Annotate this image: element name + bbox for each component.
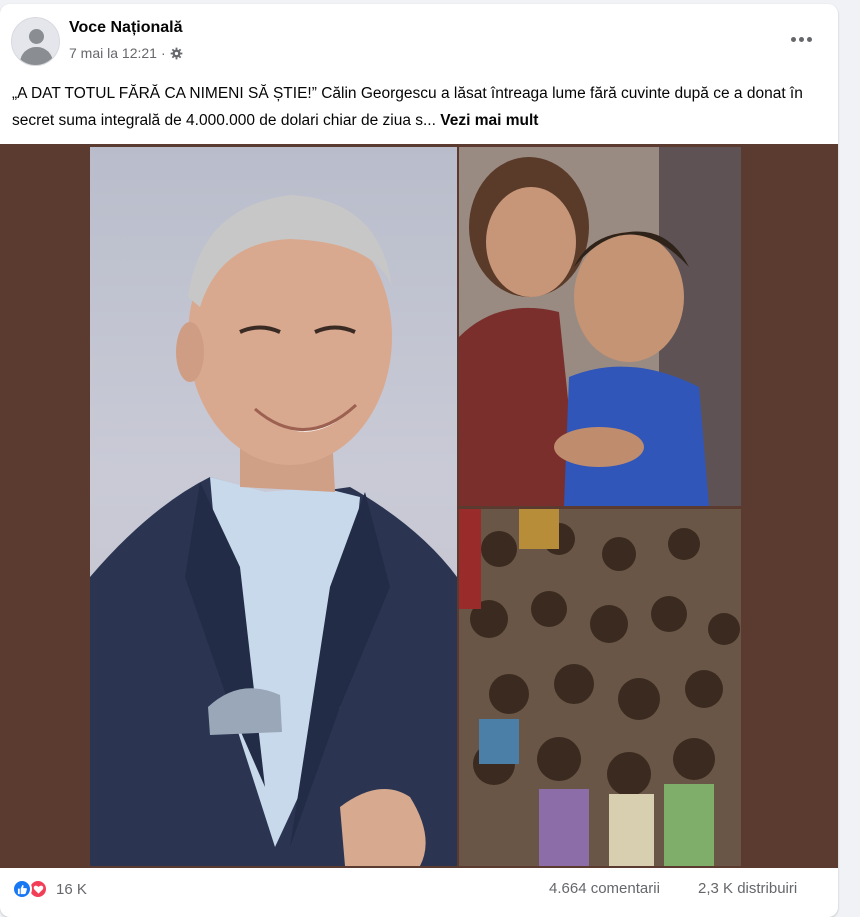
meta-separator: ·	[160, 45, 166, 61]
post-stats: 16 K 4.664 comentarii 2,3 K distribuiri	[0, 871, 838, 907]
reactions-summary[interactable]: 16 K	[12, 879, 87, 899]
post-header: Voce Națională 7 mai la 12:21 ·	[0, 4, 838, 74]
comments-count-link[interactable]: 4.664 comentarii	[549, 880, 660, 897]
post-message: „A DAT TOTUL FĂRĂ CA NIMENI SĂ ȘTIE!” Că…	[12, 80, 812, 134]
post-text-body: „A DAT TOTUL FĂRĂ CA NIMENI SĂ ȘTIE!” Că…	[12, 85, 803, 129]
post-card: Voce Națională 7 mai la 12:21 · „A DAT T…	[0, 4, 838, 917]
see-more-link[interactable]: Vezi mai mult	[440, 112, 538, 129]
portrait-photo[interactable]	[90, 147, 457, 866]
action-bar-edge	[0, 910, 838, 917]
children-crying-illustration	[459, 147, 741, 506]
like-reaction-icon	[12, 879, 32, 899]
post-media[interactable]	[0, 144, 838, 868]
post-timestamp[interactable]: 7 mai la 12:21	[69, 45, 157, 61]
children-crying-photo[interactable]	[459, 147, 741, 506]
children-crowd-photo[interactable]	[459, 509, 741, 866]
reaction-count[interactable]: 16 K	[56, 881, 87, 898]
more-options-icon[interactable]	[786, 28, 816, 50]
page-name-link[interactable]: Voce Națională	[69, 19, 183, 37]
post-meta: 7 mai la 12:21 ·	[69, 45, 183, 61]
portrait-illustration	[90, 195, 457, 866]
shares-count-link[interactable]: 2,3 K distribuiri	[698, 880, 797, 897]
children-crowd-illustration	[459, 509, 741, 866]
gear-icon[interactable]	[170, 47, 183, 60]
default-avatar-icon[interactable]	[11, 17, 60, 66]
